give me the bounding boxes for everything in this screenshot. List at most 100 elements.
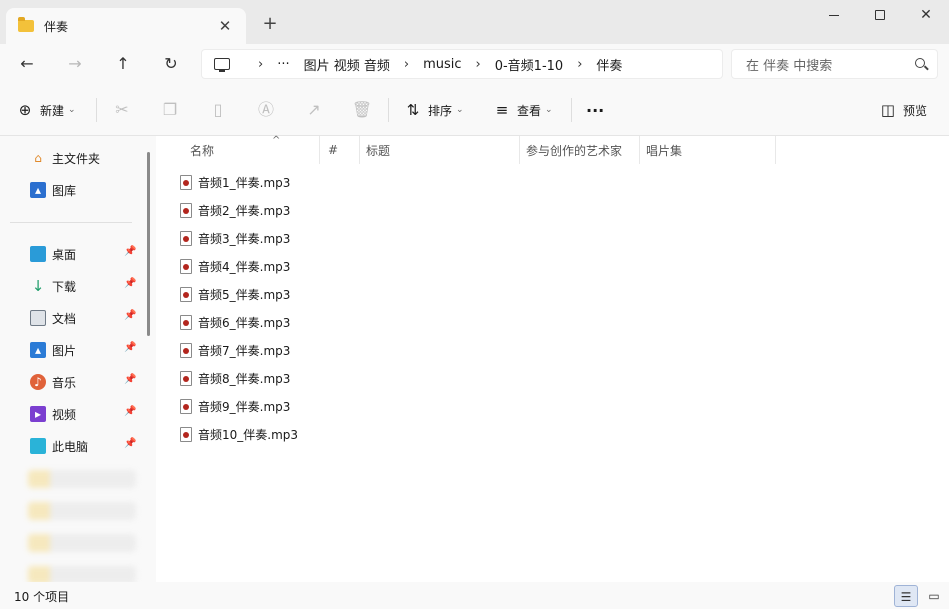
sidebar-item-documents[interactable]: 文档 📌: [30, 306, 140, 330]
file-row[interactable]: 音频10_伴奏.mp3: [180, 422, 298, 446]
sidebar-item-label: 文档: [52, 311, 77, 326]
cut-icon[interactable]: ✂: [111, 99, 133, 121]
audio-file-icon: [180, 202, 192, 218]
sidebar-item-label: 视频: [52, 407, 77, 422]
address-bar[interactable]: › ··· 图片 视频 音频 › music › 0-音频1-10 › 伴奏: [201, 49, 723, 79]
rename-icon[interactable]: Ⓐ: [255, 99, 277, 121]
pin-icon[interactable]: 📌: [124, 278, 136, 289]
file-row[interactable]: 音频3_伴奏.mp3: [180, 226, 290, 250]
sidebar-scrollbar[interactable]: [147, 152, 150, 336]
file-row[interactable]: 音频2_伴奏.mp3: [180, 198, 290, 222]
pin-icon[interactable]: 📌: [124, 438, 136, 449]
file-name: 音频3_伴奏.mp3: [198, 231, 291, 246]
audio-file-icon: [180, 426, 192, 442]
share-icon[interactable]: ↗: [303, 99, 325, 121]
column-header-number[interactable]: #: [320, 136, 360, 164]
sidebar-divider: [10, 222, 132, 223]
paste-icon[interactable]: ▯: [207, 99, 229, 121]
sidebar-item-music[interactable]: ♪ 音乐 📌: [30, 370, 140, 394]
details-view-button[interactable]: ☰: [894, 585, 918, 607]
search-box[interactable]: 在 伴奏 中搜索: [731, 49, 938, 79]
audio-file-icon: [180, 370, 192, 386]
chevron-right-icon[interactable]: ›: [476, 57, 481, 72]
new-button[interactable]: ⊕ 新建 ⌄: [16, 99, 76, 121]
delete-icon[interactable]: 🗑: [351, 99, 373, 121]
file-row[interactable]: 音频7_伴奏.mp3: [180, 338, 290, 362]
sidebar-item-blurred[interactable]: [28, 502, 136, 520]
chevron-right-icon[interactable]: ›: [577, 57, 582, 72]
tiles-view-button[interactable]: ▭: [922, 585, 946, 607]
audio-file-icon: [180, 258, 192, 274]
search-input[interactable]: 在 伴奏 中搜索: [746, 55, 832, 74]
tab-close-icon[interactable]: ✕: [216, 17, 234, 35]
column-header-album[interactable]: 唱片集: [638, 136, 776, 164]
new-tab-button[interactable]: +: [258, 12, 282, 36]
pin-icon[interactable]: 📌: [124, 342, 136, 353]
file-name: 音频9_伴奏.mp3: [198, 399, 291, 414]
audio-file-icon: [180, 230, 192, 246]
command-bar: ⊕ 新建 ⌄ ✂ ❐ ▯ Ⓐ ↗ 🗑 ⇅ 排序 ⌄ ≡ 查看 ⌄ ··· ◫ 预…: [0, 84, 949, 136]
tab-current[interactable]: 伴奏 ✕: [6, 8, 246, 44]
sort-button[interactable]: ⇅ 排序 ⌄: [404, 99, 464, 121]
breadcrumb-item[interactable]: 0-音频1-10: [495, 55, 563, 74]
this-pc-icon[interactable]: [214, 58, 230, 72]
sidebar-item-videos[interactable]: ▸ 视频 📌: [30, 402, 140, 426]
forward-button[interactable]: →: [62, 51, 88, 77]
breadcrumb-item[interactable]: music: [423, 57, 461, 72]
this-pc-icon: [30, 438, 46, 454]
maximize-button[interactable]: [857, 0, 903, 30]
column-header-title[interactable]: 标题: [358, 136, 520, 164]
toolbar-divider: [388, 98, 389, 122]
pin-icon[interactable]: 📌: [124, 406, 136, 417]
file-name: 音频7_伴奏.mp3: [198, 343, 291, 358]
more-options-button[interactable]: ···: [586, 99, 604, 121]
sidebar-item-blurred[interactable]: [28, 534, 136, 552]
column-label: 参与创作的艺术家: [526, 143, 623, 158]
column-header-artists[interactable]: 参与创作的艺术家: [518, 136, 640, 164]
folder-icon: [18, 17, 34, 32]
preview-label: 预览: [903, 103, 928, 118]
sidebar-item-label: 主文件夹: [52, 151, 101, 166]
back-button[interactable]: ←: [14, 51, 40, 77]
navigation-bar: ← → ↑ ↻ › ··· 图片 视频 音频 › music › 0-音频1-1…: [0, 44, 949, 84]
file-row[interactable]: 音频4_伴奏.mp3: [180, 254, 290, 278]
column-label: 标题: [366, 143, 391, 158]
column-header-name[interactable]: 名称 ^: [182, 135, 320, 164]
sidebar-item-pictures[interactable]: ▴ 图片 📌: [30, 338, 140, 362]
tiles-view-icon: ▭: [928, 589, 940, 603]
pin-icon[interactable]: 📌: [124, 310, 136, 321]
sidebar-item-this-pc[interactable]: 此电脑 📌: [30, 434, 140, 458]
file-name: 音频4_伴奏.mp3: [198, 259, 291, 274]
copy-icon[interactable]: ❐: [159, 99, 181, 121]
sidebar-item-home[interactable]: ⌂ 主文件夹: [30, 146, 140, 170]
breadcrumb-overflow[interactable]: ···: [277, 57, 289, 72]
up-button[interactable]: ↑: [110, 51, 136, 77]
file-name: 音频6_伴奏.mp3: [198, 315, 291, 330]
title-bar: 伴奏 ✕ + ✕: [0, 0, 949, 44]
breadcrumb-item[interactable]: 图片 视频 音频: [304, 55, 390, 74]
sidebar-item-desktop[interactable]: 桌面 📌: [30, 242, 140, 266]
sidebar-item-blurred[interactable]: [28, 470, 136, 488]
sidebar-item-downloads[interactable]: ↓ 下载 📌: [30, 274, 140, 298]
minimize-button[interactable]: [811, 0, 857, 30]
chevron-right-icon[interactable]: ›: [258, 57, 263, 72]
breadcrumb-current[interactable]: 伴奏: [596, 55, 622, 74]
preview-button[interactable]: ◫ 预览: [879, 99, 927, 121]
file-row[interactable]: 音频6_伴奏.mp3: [180, 310, 290, 334]
video-icon: ▸: [30, 406, 46, 422]
chevron-right-icon[interactable]: ›: [404, 57, 409, 72]
sidebar-item-gallery[interactable]: ▴ 图库: [30, 178, 140, 202]
refresh-button[interactable]: ↻: [158, 51, 184, 77]
chevron-down-icon: ⌄: [545, 105, 553, 115]
audio-file-icon: [180, 174, 192, 190]
chevron-down-icon: ⌄: [68, 105, 76, 115]
close-window-button[interactable]: ✕: [903, 0, 949, 30]
file-row[interactable]: 音频8_伴奏.mp3: [180, 366, 290, 390]
view-button[interactable]: ≡ 查看 ⌄: [493, 99, 553, 121]
pin-icon[interactable]: 📌: [124, 374, 136, 385]
desktop-icon: [30, 246, 46, 262]
file-row[interactable]: 音频9_伴奏.mp3: [180, 394, 290, 418]
file-row[interactable]: 音频5_伴奏.mp3: [180, 282, 290, 306]
file-row[interactable]: 音频1_伴奏.mp3: [180, 170, 290, 194]
pin-icon[interactable]: 📌: [124, 246, 136, 257]
